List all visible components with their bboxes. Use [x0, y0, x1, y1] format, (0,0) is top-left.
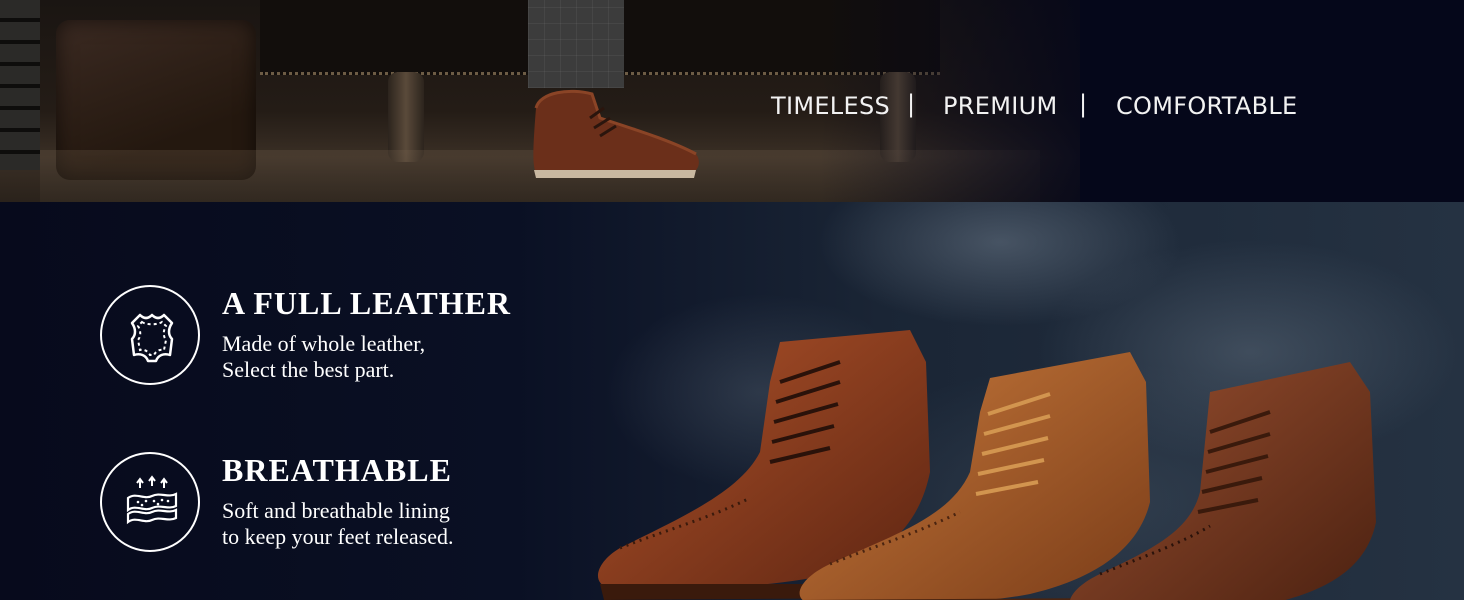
brick-wall	[0, 0, 40, 170]
feature-description-line: to keep your feet released.	[222, 524, 454, 549]
tagline-separator: |	[907, 90, 916, 118]
tagline-separator: |	[1079, 90, 1088, 118]
feature-breathable: BREATHABLE Soft and breathable lining to…	[100, 452, 620, 562]
leather-hide-icon	[100, 285, 200, 385]
features-section: A FULL LEATHER Made of whole leather, Se…	[0, 202, 1464, 600]
product-banner: TIMELESS | PREMIUM | COMFORTABLE A FULL …	[0, 0, 1464, 600]
feature-title: BREATHABLE	[222, 452, 452, 488]
worn-boot-image	[533, 89, 699, 178]
trouser-leg	[528, 0, 624, 88]
feature-description-line: Soft and breathable lining	[222, 498, 450, 523]
breathable-lining-icon	[100, 452, 200, 552]
feature-description: Made of whole leather, Select the best p…	[222, 331, 425, 383]
tagline-timeless: TIMELESS	[771, 92, 891, 120]
feature-description-line: Select the best part.	[222, 357, 395, 382]
bench-leg	[388, 72, 424, 162]
boots-product-image	[597, 330, 1376, 600]
tagline-premium: PREMIUM	[943, 92, 1058, 120]
feature-description-line: Made of whole leather,	[222, 331, 426, 356]
feature-title: A FULL LEATHER	[222, 285, 512, 321]
top-banner: TIMELESS | PREMIUM | COMFORTABLE	[0, 0, 1464, 202]
feature-description: Soft and breathable lining to keep your …	[222, 498, 454, 550]
tagline: TIMELESS | PREMIUM | COMFORTABLE	[771, 90, 1331, 126]
tagline-comfortable: COMFORTABLE	[1116, 92, 1298, 120]
feature-full-leather: A FULL LEATHER Made of whole leather, Se…	[100, 285, 620, 395]
